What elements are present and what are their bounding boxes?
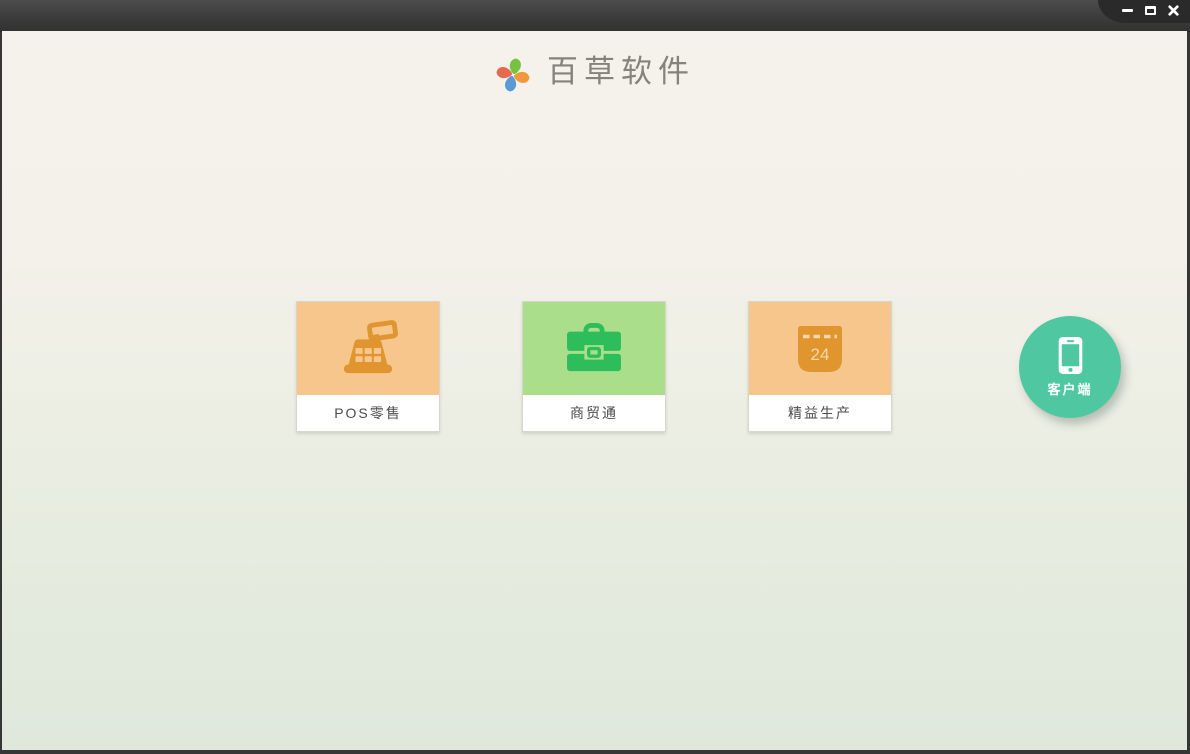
product-label-trade: 商贸通 — [523, 395, 665, 431]
app-window: 百草软件 POS零售 商贸通 24 精益生产 客户端 — [0, 0, 1190, 754]
calendar-icon: 24 — [798, 325, 842, 372]
product-label-lean: 精益生产 — [749, 395, 891, 431]
client-app-button[interactable]: 客户端 — [1019, 316, 1121, 418]
smartphone-icon — [1058, 337, 1082, 374]
close-icon — [1168, 5, 1179, 16]
calendar-number: 24 — [811, 345, 830, 364]
product-card-lean[interactable]: 24 精益生产 — [748, 301, 892, 432]
product-tile-pos — [297, 302, 439, 395]
main-content: 百草软件 POS零售 商贸通 24 精益生产 客户端 — [2, 31, 1187, 750]
cash-register-icon — [343, 319, 398, 373]
product-label-pos: POS零售 — [297, 395, 439, 431]
product-tile-trade — [523, 302, 665, 395]
title-bar[interactable] — [0, 0, 1190, 32]
product-card-pos[interactable]: POS零售 — [296, 301, 440, 432]
app-title: 百草软件 — [547, 53, 695, 90]
briefcase-icon — [567, 322, 621, 371]
window-controls — [1098, 0, 1190, 23]
minimize-button[interactable] — [1118, 2, 1137, 19]
product-cards: POS零售 商贸通 24 精益生产 — [296, 301, 892, 432]
pinwheel-logo-icon — [496, 58, 530, 92]
close-button[interactable] — [1164, 2, 1183, 19]
minimize-icon — [1122, 9, 1133, 12]
maximize-button[interactable] — [1141, 2, 1160, 19]
product-card-trade[interactable]: 商贸通 — [522, 301, 666, 432]
maximize-icon — [1145, 6, 1156, 15]
client-button-label: 客户端 — [1047, 382, 1093, 397]
app-header: 百草软件 — [2, 55, 1187, 93]
product-tile-lean: 24 — [749, 302, 891, 395]
